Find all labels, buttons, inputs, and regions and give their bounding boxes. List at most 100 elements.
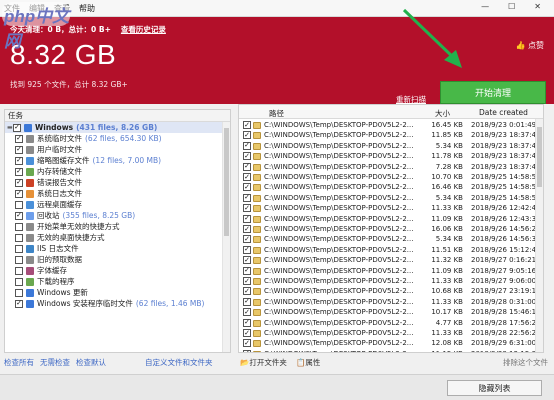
tree-item[interactable]: 开始菜单无效的快捷方式 [5, 221, 230, 232]
file-checkbox[interactable]: ✓ [243, 183, 251, 192]
file-row[interactable]: ✓ C:\WINDOWS\Temp\DESKTOP-PD0V5L2-2... 4.7… [239, 318, 543, 329]
file-row[interactable]: ✓ C:\WINDOWS\Temp\DESKTOP-PD0V5L2-2... 10.… [239, 307, 543, 318]
file-row[interactable]: ✓C:\WINDOWS\Temp\DESKTOP-PD0V5L2-2...11.… [239, 214, 543, 225]
file-checkbox[interactable]: ✓ [243, 318, 251, 327]
task-scrollbar-thumb[interactable] [224, 128, 229, 236]
file-checkbox[interactable]: ✓ [243, 287, 251, 296]
file-checkbox[interactable]: ✓ [243, 297, 251, 306]
file-checkbox[interactable]: ✓ [243, 193, 251, 202]
close-button[interactable]: ✕ [534, 2, 541, 11]
task-scrollbar[interactable] [222, 122, 230, 352]
file-row[interactable]: ✓C:\WINDOWS\Temp\DESKTOP-PD0V5L2-2...11.… [239, 276, 543, 287]
task-checkbox[interactable] [15, 255, 23, 264]
file-row[interactable]: ✓ C:\WINDOWS\Temp\DESKTOP-PD0V5L2-2... 16.… [239, 224, 543, 235]
open-folder-button[interactable]: 📂打开文件夹 [240, 357, 287, 368]
file-row[interactable]: ✓C:\WINDOWS\Temp\DESKTOP-PD0V5L2-2...11.… [239, 255, 543, 266]
file-row[interactable]: ✓C:\WINDOWS\Temp\DESKTOP-PD0V5L2-2...11.… [239, 328, 543, 339]
file-checkbox[interactable]: ✓ [243, 121, 251, 129]
minimize-button[interactable]: — [481, 2, 489, 11]
file-row[interactable]: ✓ C:\WINDOWS\Temp\DESKTOP-PD0V5L2-2... 10.… [239, 172, 543, 183]
tree-item[interactable]: 远程桌面缓存 [5, 199, 230, 210]
file-checkbox[interactable]: ✓ [243, 277, 251, 285]
file-row[interactable]: ✓ C:\WINDOWS\Temp\DESKTOP-PD0V5L2-2... 12.… [239, 338, 543, 349]
file-row[interactable]: ✓C:\WINDOWS\Temp\DESKTOP-PD0V5L2-2...11.… [239, 151, 543, 162]
file-list-scrollbar[interactable] [535, 119, 543, 352]
tree-item[interactable]: ✓ 用户临时文件 [5, 144, 230, 155]
check-default-link[interactable]: 检查默认 [76, 357, 106, 368]
tree-item[interactable]: 下载的程序 [5, 276, 230, 287]
tree-item[interactable]: ✓ 回收站 (355 files, 8.25 GB) [5, 210, 230, 221]
file-row[interactable]: ✓C:\WINDOWS\Temp\DESKTOP-PD0V5L2-2...11.… [239, 245, 543, 256]
file-checkbox[interactable]: ✓ [243, 131, 251, 140]
custom-files-link[interactable]: 自定义文件和文件夹 [145, 357, 213, 368]
history-link[interactable]: 查看历史记录 [121, 24, 166, 35]
file-checkbox[interactable]: ✓ [243, 141, 251, 150]
hide-list-button[interactable]: 隐藏列表 [447, 380, 542, 396]
tree-root-windows[interactable]: ▬ ✓ Windows (431 files, 8.26 GB) [5, 122, 230, 133]
properties-button[interactable]: 📋属性 [296, 357, 320, 368]
file-checkbox[interactable]: ✓ [243, 245, 251, 254]
file-row[interactable]: ✓C:\WINDOWS\Temp\DESKTOP-PD0V5L2-2...11.… [239, 297, 543, 308]
file-row[interactable]: ✓ C:\WINDOWS\Temp\DESKTOP-PD0V5L2-2... 7.2… [239, 162, 543, 173]
maximize-button[interactable]: ☐ [508, 2, 515, 11]
file-row[interactable]: ✓ C:\WINDOWS\Temp\DESKTOP-PD0V5L2-2... 5.3… [239, 234, 543, 245]
col-date-header[interactable]: Date created [479, 108, 528, 117]
file-checkbox[interactable]: ✓ [243, 349, 251, 352]
task-checkbox[interactable]: ✓ [15, 299, 23, 308]
file-row[interactable]: ✓ C:\WINDOWS\Temp\DESKTOP-PD0V5L2-2... 16.… [239, 120, 543, 131]
task-checkbox[interactable]: ✓ [15, 211, 23, 220]
task-checkbox[interactable] [15, 244, 23, 253]
task-checkbox[interactable]: ✓ [15, 145, 23, 154]
col-size-header[interactable]: 大小 [435, 108, 450, 119]
file-checkbox[interactable]: ✓ [243, 339, 251, 348]
task-checkbox[interactable]: ✓ [13, 123, 21, 132]
file-checkbox[interactable]: ✓ [243, 308, 251, 317]
file-row[interactable]: ✓ C:\WINDOWS\Temp\DESKTOP-PD0V5L2-2... 10.… [239, 286, 543, 297]
tree-item[interactable]: ✓ Windows 安装程序临时文件 (62 files, 1.46 MB) [5, 298, 230, 309]
task-checkbox[interactable]: ✓ [15, 167, 23, 176]
file-checkbox[interactable]: ✓ [243, 152, 251, 161]
ignore-file-link[interactable]: 排除这个文件 [503, 357, 548, 368]
file-row[interactable]: ✓C:\WINDOWS\Temp\DESKTOP-PD0V5L2-2...11.… [239, 349, 543, 352]
menu-help[interactable]: 帮助 [79, 3, 95, 14]
file-row[interactable]: ✓ C:\WINDOWS\Temp\DESKTOP-PD0V5L2-2... 5.3… [239, 193, 543, 204]
file-checkbox[interactable]: ✓ [243, 329, 251, 337]
file-checkbox[interactable]: ✓ [243, 266, 251, 275]
task-checkbox[interactable] [15, 266, 23, 275]
tree-item[interactable]: ✓ 错误报告文件 [5, 177, 230, 188]
file-checkbox[interactable]: ✓ [243, 214, 251, 223]
file-checkbox[interactable]: ✓ [243, 204, 251, 213]
file-checkbox[interactable]: ✓ [243, 235, 251, 244]
task-checkbox[interactable] [15, 222, 23, 231]
task-checkbox[interactable] [15, 200, 23, 209]
like-button[interactable]: 👍 点赞 [515, 40, 544, 51]
file-row[interactable]: ✓C:\WINDOWS\Temp\DESKTOP-PD0V5L2-2...11.… [239, 203, 543, 214]
file-checkbox[interactable]: ✓ [243, 162, 251, 171]
tree-item[interactable]: ✓ 系统日志文件 [5, 188, 230, 199]
file-checkbox[interactable]: ✓ [243, 173, 251, 181]
task-checkbox[interactable] [15, 233, 23, 242]
tree-item[interactable]: ✓ 缩略图缓存文件 (12 files, 7.00 MB) [5, 155, 230, 166]
tree-item[interactable]: 字体缓存 [5, 265, 230, 276]
check-none-link[interactable]: 无需检查 [40, 357, 70, 368]
task-checkbox[interactable]: ✓ [15, 134, 23, 143]
file-row[interactable]: ✓ C:\WINDOWS\Temp\DESKTOP-PD0V5L2-2... 5.3… [239, 141, 543, 152]
task-checkbox[interactable]: ✓ [15, 189, 23, 198]
file-row[interactable]: ✓ C:\WINDOWS\Temp\DESKTOP-PD0V5L2-2... 16.… [239, 182, 543, 193]
tree-item[interactable]: ✓ 系统临时文件 (62 files, 654.30 KB) [5, 133, 230, 144]
file-row[interactable]: ✓C:\WINDOWS\Temp\DESKTOP-PD0V5L2-2...11.… [239, 266, 543, 277]
start-clean-button[interactable]: 开始清理 [440, 81, 546, 104]
tree-item[interactable]: ✓ 内存转储文件 [5, 166, 230, 177]
tree-item[interactable]: 旧的预取数据 [5, 254, 230, 265]
task-checkbox[interactable]: ✓ [15, 178, 23, 187]
file-list-scrollbar-thumb[interactable] [537, 127, 542, 187]
col-path-header[interactable]: 路径 [269, 108, 284, 119]
file-checkbox[interactable]: ✓ [243, 256, 251, 265]
file-row[interactable]: ✓C:\WINDOWS\Temp\DESKTOP-PD0V5L2-2...11.… [239, 130, 543, 141]
tree-item[interactable]: Windows 更新 [5, 287, 230, 298]
task-checkbox[interactable] [15, 288, 23, 297]
file-checkbox[interactable]: ✓ [243, 225, 251, 233]
task-checkbox[interactable] [15, 277, 23, 286]
tree-item[interactable]: 无效的桌面快捷方式 [5, 232, 230, 243]
check-all-link[interactable]: 检查所有 [4, 357, 34, 368]
